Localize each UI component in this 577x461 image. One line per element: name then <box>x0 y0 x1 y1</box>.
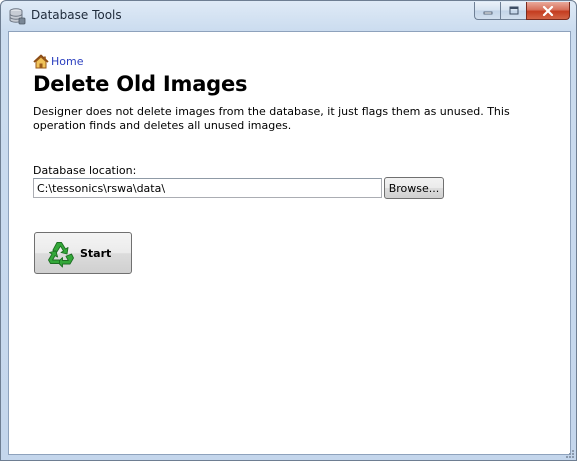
database-location-input[interactable] <box>33 178 382 198</box>
page-description: Designer does not delete images from the… <box>33 105 510 132</box>
resize-grip-icon[interactable] <box>563 447 575 459</box>
browse-button[interactable]: Browse... <box>384 177 444 199</box>
maximize-icon <box>509 6 518 15</box>
start-button-label: Start <box>80 246 112 260</box>
title-bar[interactable]: Database Tools <box>1 1 576 31</box>
caption-buttons <box>474 2 570 21</box>
minimize-button[interactable] <box>474 2 500 20</box>
main-panel: Home Delete Old Images Designer does not… <box>8 31 571 455</box>
database-location-label: Database location: <box>33 164 137 177</box>
recycle-icon <box>48 242 74 268</box>
database-tools-window: Database Tools Home Delete Old Images De… <box>0 0 577 461</box>
start-button[interactable]: Start <box>34 232 132 274</box>
page-title: Delete Old Images <box>33 72 248 96</box>
minimize-icon <box>483 11 492 14</box>
home-link[interactable]: Home <box>51 55 83 68</box>
breadcrumb[interactable]: Home <box>33 54 83 69</box>
maximize-button[interactable] <box>500 2 526 20</box>
close-icon <box>542 5 554 16</box>
close-button[interactable] <box>526 2 570 20</box>
database-icon <box>9 8 26 25</box>
window-title: Database Tools <box>31 8 122 22</box>
home-icon <box>33 54 49 69</box>
